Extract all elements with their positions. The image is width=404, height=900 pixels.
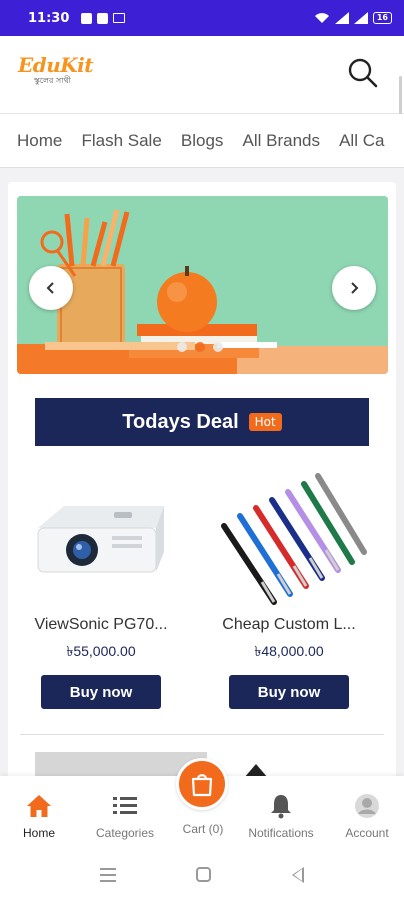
home-icon bbox=[27, 795, 51, 817]
recent-apps-icon[interactable] bbox=[100, 868, 116, 882]
logo[interactable]: EduKit স্কুলের সাথী bbox=[18, 53, 94, 94]
linkedin-icon bbox=[97, 12, 109, 24]
logo-text: EduKit bbox=[18, 53, 94, 77]
buy-now-button[interactable]: Buy now bbox=[41, 675, 161, 709]
avatar-icon bbox=[355, 794, 379, 818]
facebook-icon bbox=[81, 12, 93, 24]
bottom-nav-home-label: Home bbox=[22, 826, 55, 840]
product-card[interactable]: ViewSonic PG70... ৳55,000.00 Buy now bbox=[16, 470, 186, 709]
slider-dot[interactable] bbox=[213, 342, 223, 352]
bottom-nav-cart-label: Cart (0) bbox=[182, 822, 224, 836]
system-nav-bar bbox=[0, 850, 404, 900]
hot-badge: Hot bbox=[248, 413, 282, 431]
signal-icon bbox=[353, 12, 368, 24]
projector-image bbox=[37, 506, 164, 573]
product-price: ৳48,000.00 bbox=[254, 643, 324, 659]
section-divider bbox=[20, 734, 384, 735]
nav-item-home[interactable]: Home bbox=[17, 114, 62, 167]
nav-item-flash-sale[interactable]: Flash Sale bbox=[81, 114, 161, 167]
todays-deal-title: Todays Deal bbox=[122, 410, 239, 433]
chevron-right-icon bbox=[351, 282, 359, 294]
bottom-nav-account-label: Account bbox=[345, 826, 389, 840]
back-icon[interactable] bbox=[292, 867, 304, 883]
nav-item-all-categories[interactable]: All Ca bbox=[339, 114, 384, 167]
signal-icon bbox=[334, 12, 349, 24]
product-price: ৳55,000.00 bbox=[66, 643, 136, 659]
shopping-bag-icon bbox=[191, 774, 213, 797]
slider-dot-active[interactable] bbox=[195, 342, 205, 352]
bottom-nav-notifications-label: Notifications bbox=[248, 826, 314, 840]
nav-item-blogs[interactable]: Blogs bbox=[181, 114, 224, 167]
bottom-nav-home[interactable]: Home bbox=[0, 776, 79, 850]
search-button[interactable] bbox=[346, 56, 380, 90]
product-card[interactable]: Cheap Custom L... ৳48,000.00 Buy now bbox=[204, 470, 374, 709]
app-header: EduKit স্কুলের সাথী bbox=[0, 36, 404, 166]
main-content: Todays Deal Hot ViewSonic PG70... ৳55,00… bbox=[8, 182, 396, 782]
home-button-icon[interactable] bbox=[196, 867, 211, 882]
bottom-nav-notifications[interactable]: Notifications bbox=[241, 776, 321, 850]
status-bar: 11:30 16 bbox=[0, 0, 404, 36]
logo-tagline: স্কুলের সাথী bbox=[34, 76, 71, 85]
banner-prev-button[interactable] bbox=[29, 266, 73, 310]
product-name[interactable]: Cheap Custom L... bbox=[204, 616, 374, 634]
nav-item-all-brands[interactable]: All Brands bbox=[243, 114, 320, 167]
search-icon bbox=[348, 58, 378, 88]
battery-icon: 16 bbox=[372, 12, 392, 24]
bell-icon bbox=[271, 795, 291, 819]
banner-next-button[interactable] bbox=[332, 266, 376, 310]
wifi-icon bbox=[314, 13, 329, 23]
slider-dots bbox=[177, 342, 223, 352]
list-icon bbox=[113, 797, 137, 814]
product-name[interactable]: ViewSonic PG70... bbox=[16, 616, 186, 634]
bottom-nav-categories[interactable]: Categories bbox=[85, 776, 165, 850]
product-image[interactable] bbox=[204, 470, 374, 610]
banner-slider[interactable] bbox=[17, 196, 388, 374]
todays-deal-header[interactable]: Todays Deal Hot bbox=[35, 398, 369, 446]
cart-button[interactable] bbox=[176, 758, 228, 810]
chevron-left-icon bbox=[46, 282, 54, 294]
product-image[interactable] bbox=[16, 470, 186, 610]
status-time: 11:30 bbox=[28, 10, 70, 26]
slider-dot[interactable] bbox=[177, 342, 187, 352]
buy-now-button[interactable]: Buy now bbox=[229, 675, 349, 709]
pens-image bbox=[221, 473, 367, 605]
category-nav: Home Flash Sale Blogs All Brands All Ca bbox=[0, 114, 404, 168]
mail-icon bbox=[113, 13, 126, 23]
bottom-nav-categories-label: Categories bbox=[95, 826, 155, 840]
bottom-nav-account[interactable]: Account bbox=[327, 776, 404, 850]
